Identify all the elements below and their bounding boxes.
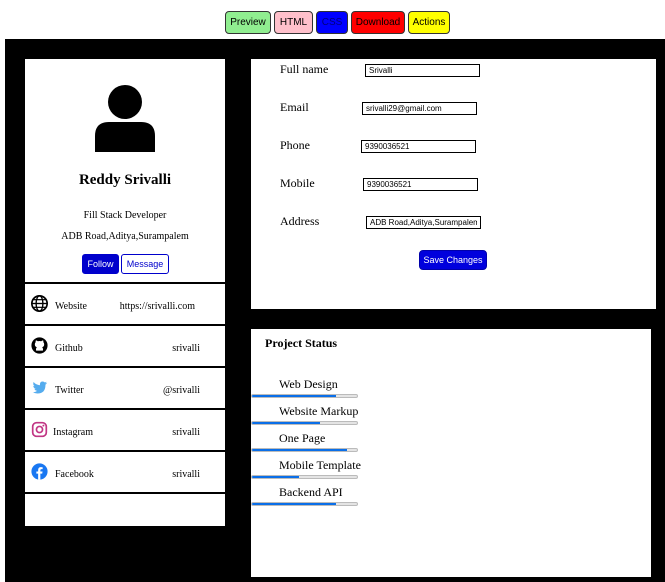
twitter-icon (32, 381, 48, 394)
social-value[interactable]: srivalli (172, 427, 200, 438)
email-field[interactable] (362, 102, 477, 115)
social-value[interactable]: https://srivalli.com (120, 301, 195, 312)
profile-name: Reddy Srivalli (78, 172, 172, 188)
progress-bar (251, 394, 358, 398)
social-label: Facebook (55, 469, 94, 480)
project-label: One Page (279, 431, 326, 445)
progress-fill (252, 395, 336, 397)
preview-stage: Reddy Srivalli Fill Stack Developer ADB … (5, 39, 665, 582)
user-icon (95, 85, 155, 152)
email-label: Email (280, 100, 309, 114)
instagram-icon (31, 421, 48, 438)
download-button[interactable]: Download (351, 11, 405, 34)
address-label: Address (280, 214, 320, 228)
social-value[interactable]: @srivalli (163, 385, 200, 396)
progress-bar (251, 475, 358, 479)
github-icon (31, 337, 48, 354)
toolbar: Preview HTML CSS Download Actions (225, 11, 450, 34)
social-label: Github (55, 343, 83, 354)
progress-fill (252, 449, 347, 451)
mobile-field[interactable] (363, 178, 478, 191)
phone-field[interactable] (361, 140, 476, 153)
project-status-card: Project Status Web Design Website Markup… (251, 329, 651, 577)
save-changes-button[interactable]: Save Changes (419, 250, 487, 270)
social-label: Instagram (53, 427, 93, 438)
actions-button[interactable]: Actions (408, 11, 450, 34)
follow-button[interactable]: Follow (82, 254, 119, 274)
mobile-label: Mobile (280, 176, 315, 190)
globe-icon (31, 295, 48, 312)
facebook-icon (31, 463, 48, 480)
social-row-facebook[interactable]: Facebook srivalli (25, 450, 225, 494)
social-label: Website (55, 301, 87, 312)
social-row-github[interactable]: Github srivalli (25, 324, 225, 366)
progress-fill (252, 422, 321, 424)
phone-label: Phone (280, 138, 310, 152)
progress-bar (251, 421, 358, 425)
full-name-label: Full name (280, 62, 329, 76)
profile-address: ADB Road,Aditya,Surampalem (61, 231, 189, 242)
social-row-instagram[interactable]: Instagram srivalli (25, 408, 225, 450)
progress-fill (252, 503, 336, 505)
project-label: Web Design (279, 377, 338, 391)
project-label: Backend API (279, 485, 343, 499)
social-label: Twitter (55, 385, 84, 396)
social-links: Website https://srivalli.com Github sriv… (25, 282, 225, 494)
progress-bar (251, 502, 358, 506)
css-button[interactable]: CSS (316, 11, 348, 34)
social-row-website[interactable]: Website https://srivalli.com (25, 282, 225, 324)
project-label: Mobile Template (279, 458, 361, 472)
social-value[interactable]: srivalli (172, 343, 200, 354)
address-field[interactable] (366, 216, 481, 229)
profile-role: Fill Stack Developer (83, 210, 167, 221)
progress-bar (251, 448, 358, 452)
project-status-title: Project Status (265, 336, 338, 350)
profile-form: Full name Email Phone Mobile Address Sav… (251, 59, 656, 309)
message-button[interactable]: Message (121, 254, 169, 274)
social-row-twitter[interactable]: Twitter @srivalli (25, 366, 225, 408)
full-name-field[interactable] (365, 64, 480, 77)
progress-fill (252, 476, 300, 478)
preview-button[interactable]: Preview (225, 11, 271, 34)
html-button[interactable]: HTML (274, 11, 313, 34)
project-label: Website Markup (279, 404, 359, 418)
profile-card: Reddy Srivalli Fill Stack Developer ADB … (25, 59, 225, 526)
social-value[interactable]: srivalli (172, 469, 200, 480)
